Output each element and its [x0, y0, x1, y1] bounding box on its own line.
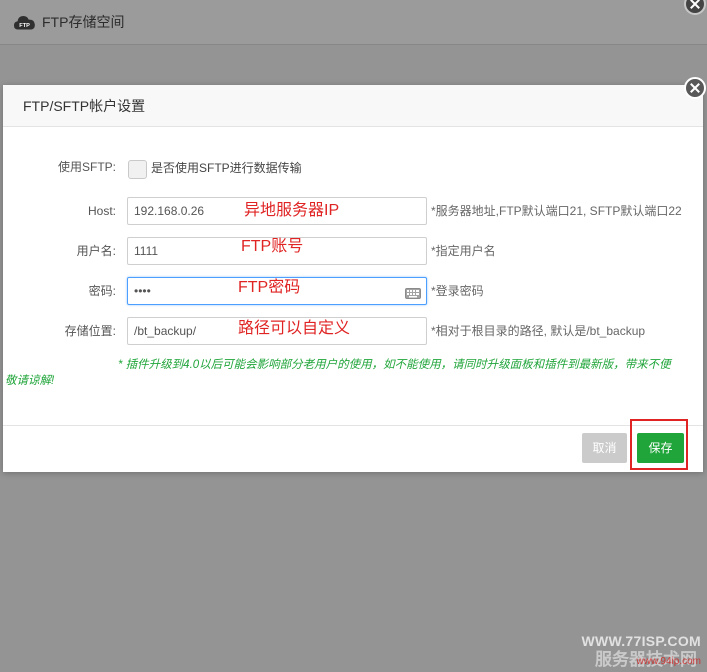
- password-label: 密码:: [88, 284, 116, 298]
- sftp-label: 使用SFTP:: [57, 160, 116, 174]
- close-icon: [690, 0, 700, 9]
- dialog-title: FTP/SFTP帐户设置: [23, 98, 146, 114]
- ftp-cloud-icon: FTP: [13, 13, 36, 31]
- username-label: 用户名:: [76, 244, 116, 258]
- keyboard-icon[interactable]: [405, 286, 421, 299]
- cancel-button[interactable]: 取消: [582, 433, 627, 463]
- upgrade-note-line2: 敬请谅解!: [5, 375, 55, 387]
- watermark-site: WWW.77ISP.COM: [581, 633, 701, 649]
- save-button[interactable]: 保存: [637, 433, 684, 463]
- username-annotation: FTP账号: [241, 238, 304, 255]
- username-hint: *指定用户名: [431, 244, 496, 258]
- background-titlebar: FTP FTP存储空间: [0, 0, 707, 45]
- host-annotation: 异地服务器IP: [244, 202, 340, 219]
- ftp-account-dialog: FTP/SFTP帐户设置 使用SFTP: 是否使用SFTP进行数据传输 Host…: [3, 85, 703, 472]
- background-window-title: FTP存储空间: [42, 14, 125, 30]
- close-icon: [690, 83, 700, 93]
- upgrade-note-line1: * 插件升级到4.0以后可能会影响部分老用户的使用，如不能使用，请同时升级面板和…: [118, 359, 671, 371]
- ftp-cloud-icon-label: FTP: [19, 23, 30, 29]
- sftp-checkbox[interactable]: [128, 160, 147, 179]
- dialog-header: FTP/SFTP帐户设置: [3, 85, 703, 127]
- path-annotation: 路径可以自定义: [238, 320, 351, 337]
- password-hint: *登录密码: [431, 284, 484, 298]
- path-label: 存储位置:: [64, 324, 116, 338]
- path-hint: *相对于根目录的路径, 默认是/bt_backup: [431, 324, 646, 338]
- host-hint: *服务器地址,FTP默认端口21, SFTP默认端口22: [431, 204, 682, 218]
- dialog-close-button[interactable]: [684, 77, 706, 99]
- watermark-url: www.94ip.com: [636, 656, 701, 667]
- host-label: Host:: [87, 204, 116, 218]
- sftp-checkbox-text[interactable]: 是否使用SFTP进行数据传输: [151, 161, 302, 175]
- password-annotation: FTP密码: [238, 279, 301, 296]
